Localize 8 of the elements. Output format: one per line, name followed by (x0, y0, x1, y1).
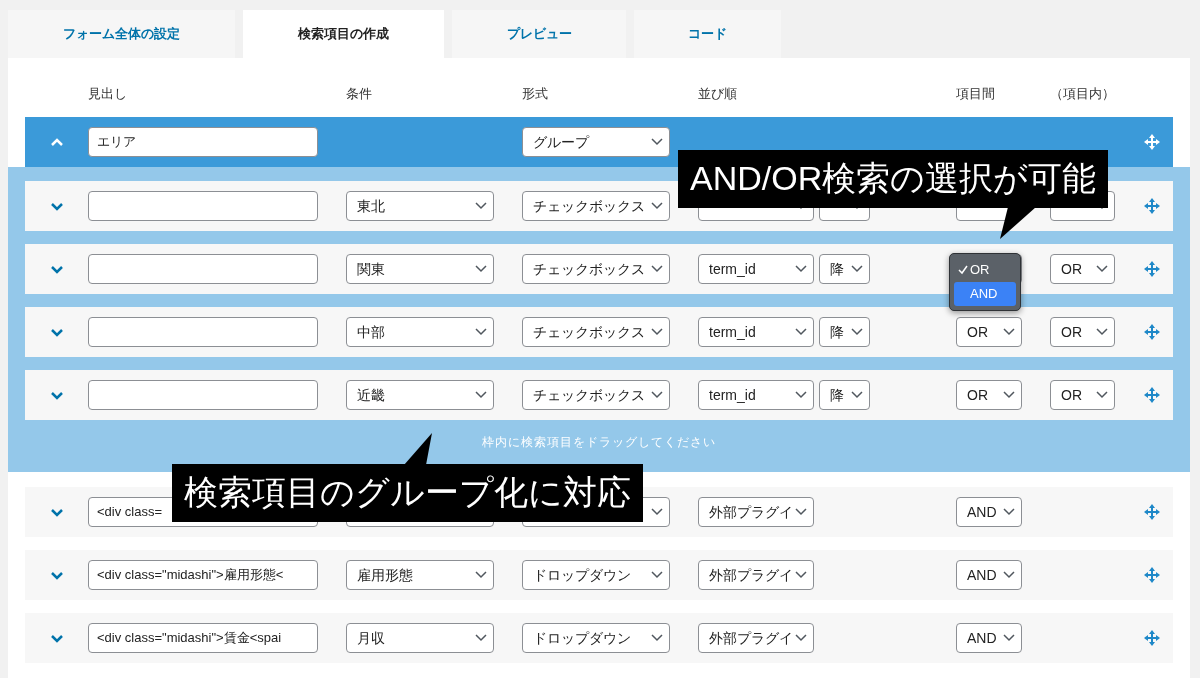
annotation-tooltip: 検索項目のグループ化に対応 (172, 464, 643, 522)
drop-hint: 枠内に検索項目をドラッグしてください (482, 434, 716, 451)
column-header: 項目間 (956, 85, 996, 103)
column-header: （項目内） (1050, 85, 1116, 103)
column-header: 並び順 (698, 85, 738, 103)
column-header: 形式 (522, 85, 549, 103)
column-header: 条件 (346, 85, 373, 103)
column-header: 見出し (88, 85, 128, 103)
